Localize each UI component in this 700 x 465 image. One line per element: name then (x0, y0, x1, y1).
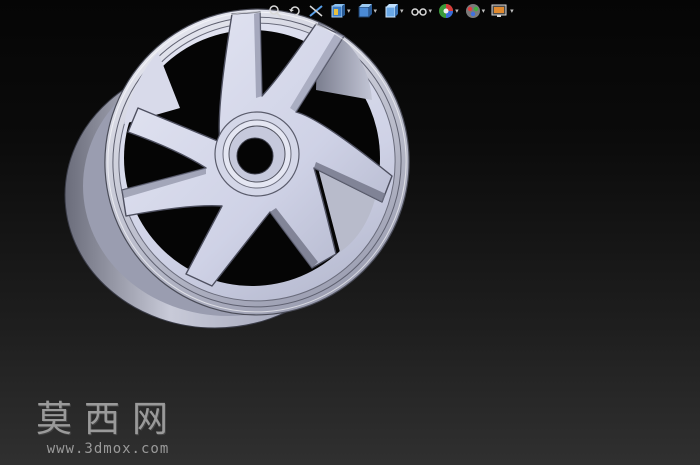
view-orientation-button[interactable]: ▾ (330, 3, 351, 19)
section-view-button[interactable] (308, 4, 324, 18)
apply-scene-button[interactable]: ▾ (465, 3, 485, 19)
hide-show-items-icon (410, 8, 427, 16)
graphics-viewport[interactable] (0, 0, 700, 465)
apply-scene-icon (465, 4, 480, 18)
view-orientation-icon (331, 4, 345, 18)
display-style-icon (358, 4, 372, 18)
watermark: 莫西网 www.3dmox.com (18, 400, 198, 458)
edit-appearance-button[interactable]: ▾ (438, 3, 459, 19)
display-style-button[interactable]: ▾ (357, 3, 377, 19)
hide-show-items-button[interactable]: ▾ (410, 4, 432, 18)
previous-view-icon (289, 6, 300, 16)
view-settings-button[interactable]: ▾ (491, 3, 514, 19)
wheel-hub[interactable] (214, 111, 300, 197)
zoom-to-fit-button[interactable] (268, 4, 282, 18)
edit-appearance-icon (439, 4, 454, 18)
watermark-title: 莫西网 (35, 399, 180, 440)
view-cube-icon (385, 4, 399, 18)
watermark-url: www.3dmox.com (46, 441, 170, 457)
wheel-rim-model[interactable] (0, 0, 700, 465)
view-cube-button[interactable]: ▾ (383, 3, 404, 19)
zoom-to-fit-icon (269, 5, 282, 18)
view-settings-icon (491, 4, 507, 17)
heads-up-view-toolbar: ▾ ▾ ▾ ▾ ▾ ▾ ▾ (268, 0, 538, 22)
section-view-icon (309, 5, 323, 17)
previous-view-button[interactable] (288, 4, 302, 18)
